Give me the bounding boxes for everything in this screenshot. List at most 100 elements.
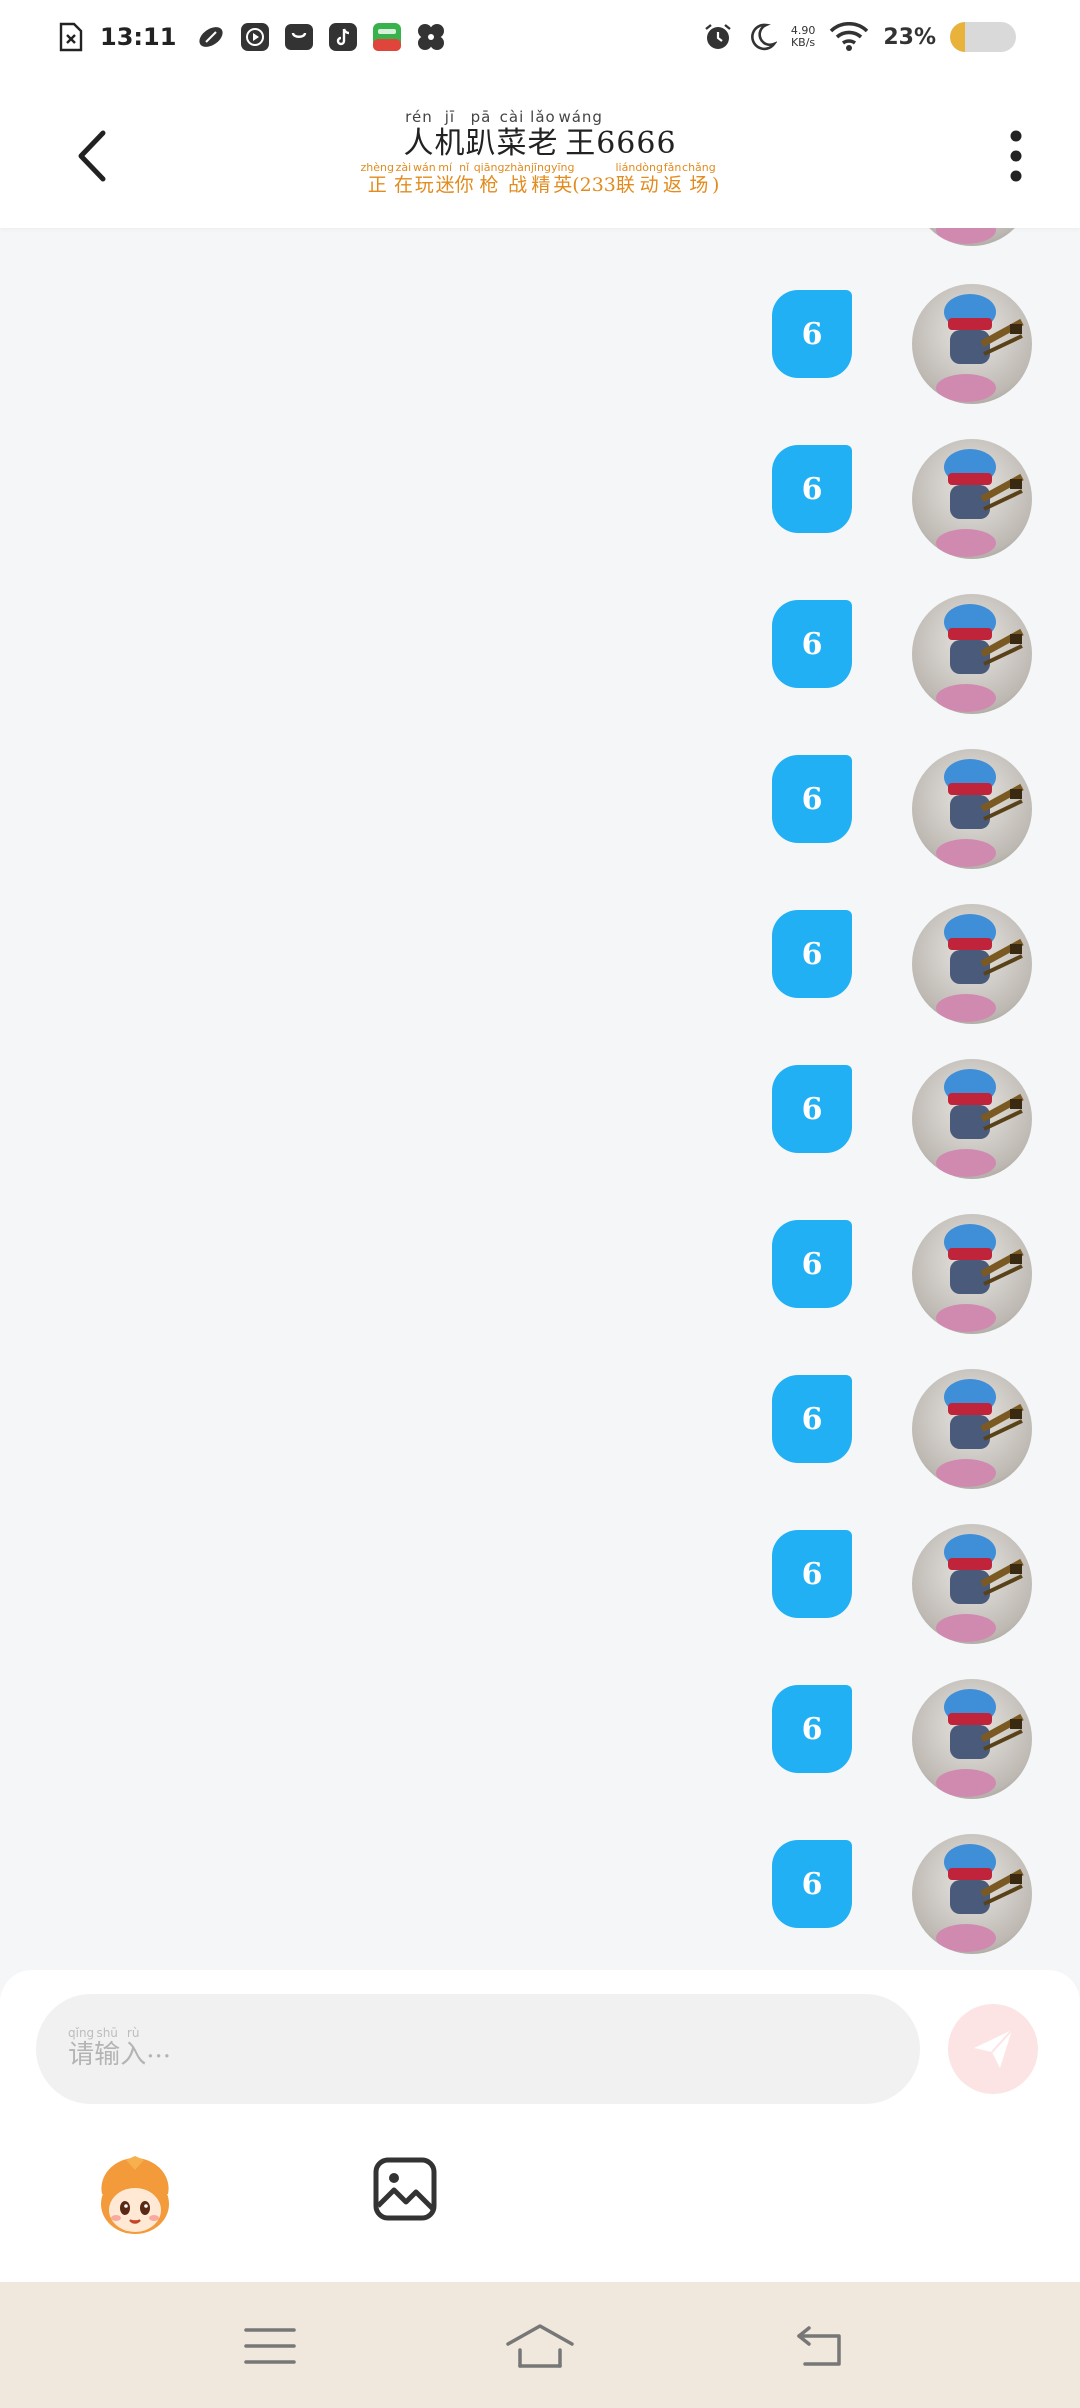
message-list[interactable]: 6 6 6 6 6 6 6 6 6 6 6	[0, 228, 1080, 1970]
subtitle-char-text: 枪	[473, 174, 505, 196]
avatar[interactable]	[912, 439, 1032, 559]
network-speed: 4.90 KB/s	[791, 25, 816, 49]
avatar[interactable]	[912, 284, 1032, 404]
rugby-ball-icon	[196, 22, 226, 52]
message-bubble[interactable]: 6	[772, 1530, 852, 1618]
message-input[interactable]: 请qǐng输shū入rù ...	[36, 1994, 920, 2104]
subtitle-char: 返fǎn	[663, 161, 682, 196]
avatar[interactable]	[912, 1524, 1032, 1644]
message-bubble[interactable]: 6	[772, 445, 852, 533]
subtitle-status: 正zhèng在zài玩wán迷mí你nǐ枪qiāng战zhàn精jīng英yīn…	[360, 161, 574, 196]
app-store-icon	[372, 22, 402, 52]
subtitle-pinyin: qiāng	[473, 161, 505, 174]
alarm-icon	[703, 22, 733, 52]
header-title-block: 人rén机jī趴pā菜cài老lǎo王wáng6666 正zhèng在zài玩w…	[0, 108, 1080, 197]
image-icon	[373, 2157, 437, 2221]
message-bubble[interactable]: 6	[772, 755, 852, 843]
title-char-text: 趴	[465, 126, 497, 161]
chat-header: 人rén机jī趴pā菜cài老lǎo王wáng6666 正zhèng在zài玩w…	[0, 84, 1080, 228]
avatar[interactable]	[912, 1834, 1032, 1954]
return-icon	[797, 2326, 841, 2366]
wifi-icon	[829, 22, 869, 52]
avatar[interactable]	[912, 1679, 1032, 1799]
subtitle-pinyin: zhàn	[504, 161, 531, 174]
subtitle-pinyin: yīng	[550, 161, 575, 174]
subtitle-pinyin: wán	[412, 161, 436, 174]
placeholder-char: 输shū	[94, 2026, 121, 2070]
message-item: 6	[772, 1524, 1032, 1650]
avatar[interactable]	[912, 1214, 1032, 1334]
chat-subtitle: 正zhèng在zài玩wán迷mí你nǐ枪qiāng战zhàn精jīng英yīn…	[0, 161, 1080, 197]
menu-icon	[244, 2328, 296, 2364]
subtitle-pinyin: fǎn	[663, 161, 682, 174]
title-char-text: 人	[403, 126, 435, 161]
more-button[interactable]	[992, 124, 1040, 188]
title-char: 人rén	[403, 108, 435, 161]
avatar[interactable]	[912, 749, 1032, 869]
avatar[interactable]	[912, 1059, 1032, 1179]
send-icon	[974, 2029, 1013, 2068]
battery-icon	[950, 22, 1016, 52]
subtitle-char: 枪qiāng	[473, 161, 505, 196]
battery-percent: 23%	[883, 24, 936, 50]
avatar[interactable]	[912, 1369, 1032, 1489]
message-item: 6	[772, 594, 1032, 720]
avatar[interactable]	[912, 904, 1032, 1024]
status-right: 4.90 KB/s 23%	[703, 22, 1016, 52]
title-char: 趴pā	[465, 108, 497, 161]
title-pinyin: cài	[496, 108, 528, 126]
message-bubble[interactable]: 6	[772, 290, 852, 378]
subtitle-pinyin: zhèng	[360, 161, 394, 174]
subtitle-mid: (233	[572, 174, 616, 196]
message-item: 6	[772, 904, 1032, 1030]
nav-home-button[interactable]	[504, 2318, 576, 2374]
title-pinyin: pā	[465, 108, 497, 126]
fan-icon	[416, 22, 446, 52]
title-pinyin: wáng	[558, 108, 603, 126]
subtitle-pinyin: mí	[435, 161, 455, 174]
bag-icon	[284, 22, 314, 52]
status-time: 13:11	[100, 23, 177, 51]
subtitle-char-text: 玩	[412, 174, 436, 196]
chat-title-name: 人rén机jī趴pā菜cài老lǎo王wáng	[403, 108, 602, 161]
subtitle-mode: 联lián动dòng返fǎn场chǎng	[616, 161, 716, 196]
placeholder-char-text: 输	[94, 2040, 121, 2070]
subtitle-char-text: 正	[360, 174, 394, 196]
play-icon	[240, 22, 270, 52]
mascot-emoji-icon	[101, 2156, 169, 2234]
title-char: 老lǎo	[527, 108, 558, 161]
message-bubble[interactable]: 6	[772, 910, 852, 998]
placeholder-pinyin: shū	[94, 2026, 121, 2040]
title-char: 菜cài	[496, 108, 528, 161]
placeholder-char-text: 入	[120, 2040, 147, 2070]
message-bubble[interactable]: 6	[772, 1065, 852, 1153]
image-button[interactable]	[372, 2156, 438, 2222]
nav-menu-button[interactable]	[240, 2318, 300, 2374]
subtitle-char-text: 在	[393, 174, 413, 196]
avatar[interactable]	[912, 228, 1032, 246]
message-bubble[interactable]: 6	[772, 1220, 852, 1308]
avatar[interactable]	[912, 594, 1032, 714]
subtitle-pinyin: chǎng	[682, 161, 716, 174]
tiktok-icon	[328, 22, 358, 52]
subtitle-char: 精jīng	[531, 161, 551, 196]
message-item: 6	[772, 749, 1032, 875]
message-item: 6	[772, 1834, 1032, 1960]
title-pinyin: rén	[403, 108, 435, 126]
send-button[interactable]	[948, 2004, 1038, 2094]
message-bubble[interactable]: 6	[772, 1375, 852, 1463]
message-bubble[interactable]: 6	[772, 600, 852, 688]
message-item: 6	[772, 439, 1032, 565]
subtitle-char: 战zhàn	[504, 161, 531, 196]
more-vertical-icon	[1010, 130, 1022, 182]
system-nav-bar	[0, 2282, 1080, 2408]
subtitle-pinyin: jīng	[530, 161, 551, 174]
nav-back-button[interactable]	[792, 2318, 852, 2374]
message-bubble[interactable]: 6	[772, 1685, 852, 1773]
chat-title-suffix: 6666	[596, 126, 677, 161]
subtitle-char-text: 战	[504, 174, 531, 196]
title-char-text: 菜	[496, 126, 528, 161]
placeholder-char-text: 请	[68, 2040, 95, 2070]
emoji-button[interactable]	[92, 2154, 178, 2240]
message-bubble[interactable]: 6	[772, 1840, 852, 1928]
